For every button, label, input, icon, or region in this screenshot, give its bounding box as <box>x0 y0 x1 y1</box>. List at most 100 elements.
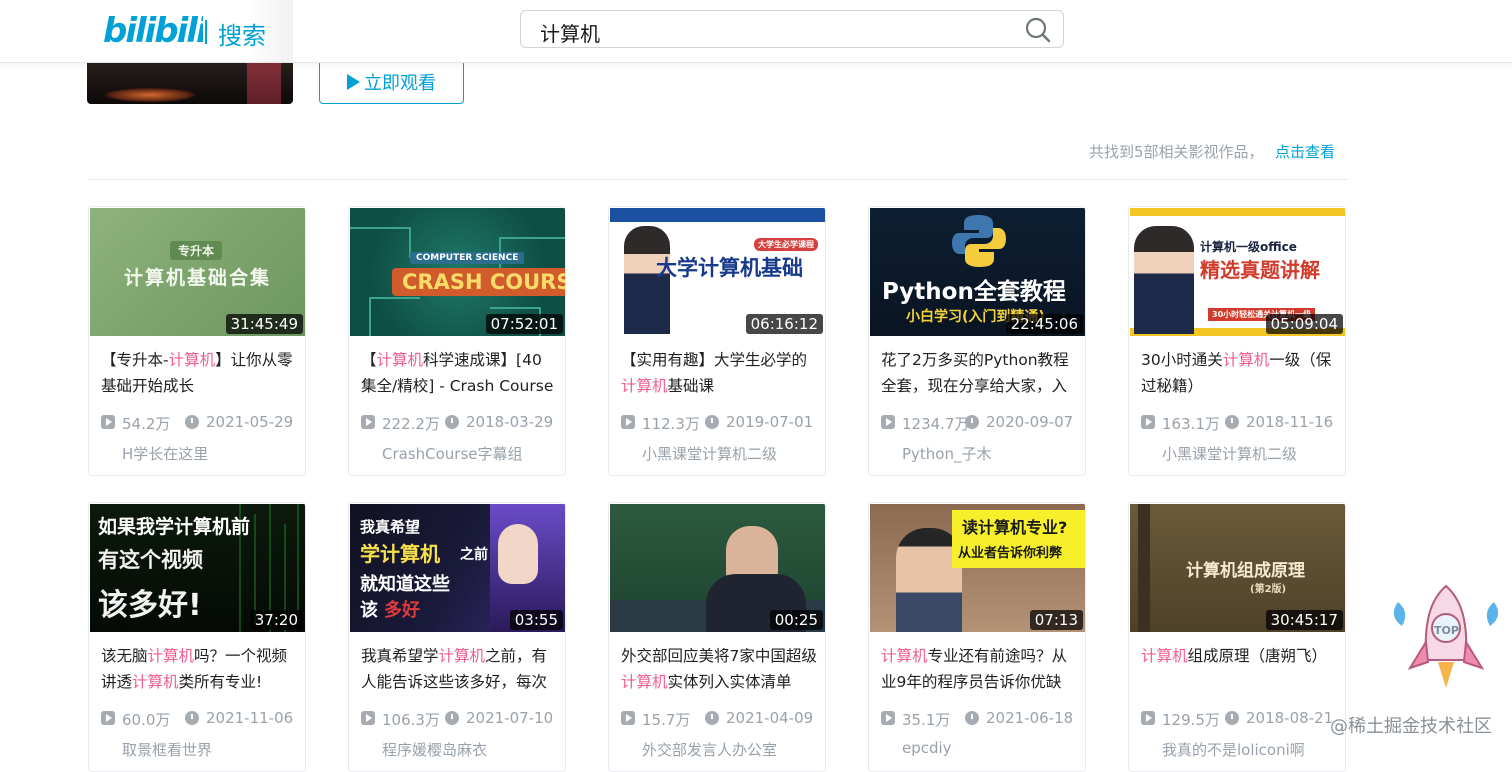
uploader-row[interactable]: H学长在这里 <box>101 443 301 463</box>
video-thumbnail[interactable]: 00:25 <box>610 504 825 632</box>
video-title[interactable]: 30小时通关计算机一级（保过秘籍） <box>1141 347 1337 399</box>
video-title[interactable]: 【专升本-计算机】让你从零基础开始成长 <box>101 347 297 399</box>
video-card[interactable]: COMPUTER SCIENCE CRASH COURSE 07:52:01 【… <box>348 206 566 476</box>
video-meta: 35.1万 2021-06-18 <box>881 709 1081 729</box>
uploader-row[interactable]: 程序媛樱岛麻衣 <box>361 739 561 759</box>
title-text: 该无脑 <box>101 647 148 665</box>
video-thumbnail[interactable]: COMPUTER SCIENCE CRASH COURSE 07:52:01 <box>350 208 565 336</box>
thumb-text: 如果我学计算机前 <box>98 516 251 538</box>
logo-divider <box>205 20 207 44</box>
upload-date: 2021-11-06 <box>206 709 294 727</box>
uploader-row[interactable]: 小黑课堂计算机二级 <box>621 443 821 463</box>
video-card[interactable]: 大学生必学课程 大学计算机基础 06:16:12 【实用有趣】大学生必学的计算机… <box>608 206 826 476</box>
uploader-name[interactable]: 取景框看世界 <box>122 739 212 760</box>
video-thumbnail[interactable]: 计算机一级office 精选真题讲解 30小时轻松通关计算机一级 05:09:0… <box>1130 208 1345 336</box>
uploader-row[interactable]: 外交部发言人办公室 <box>621 739 821 759</box>
uploader-name[interactable]: Python_子木 <box>902 443 992 464</box>
thumb-text: 该多好! <box>98 588 202 623</box>
video-card[interactable]: Python全套教程 小白学习(入门到精通) 22:45:06 花了2万多买的P… <box>868 206 1086 476</box>
bilibili-logo[interactable]: bilibili 搜索 <box>87 0 293 62</box>
watch-now-label: 立即观看 <box>364 73 436 94</box>
uploader-name[interactable]: epcdiy <box>902 739 952 757</box>
play-count: 35.1万 <box>902 711 951 729</box>
thumb-text: 精选真题讲解 <box>1200 258 1320 282</box>
uploader-name[interactable]: CrashCourse字幕组 <box>382 443 523 464</box>
clock-icon <box>445 415 459 429</box>
video-duration: 03:55 <box>509 610 563 630</box>
video-meta: 54.2万 2021-05-29 <box>101 413 301 433</box>
uploader-name[interactable]: 小黑课堂计算机二级 <box>642 443 777 464</box>
svg-text:bilibili: bilibili <box>103 11 203 50</box>
play-count-icon <box>1141 415 1155 429</box>
video-meta: 163.1万 2018-11-16 <box>1141 413 1341 433</box>
video-thumbnail[interactable]: 如果我学计算机前 有这个视频 该多好! 37:20 <box>90 504 305 632</box>
cover-glow <box>105 88 195 102</box>
title-text: 实体列入实体清单 <box>667 673 792 691</box>
logo-section-label: 搜索 <box>218 22 266 50</box>
clock-icon <box>1225 415 1239 429</box>
uploader-row[interactable]: 小黑课堂计算机二级 <box>1141 443 1341 463</box>
video-title[interactable]: 【实用有趣】大学生必学的计算机基础课 <box>621 347 817 399</box>
title-keyword-highlight: 计算机 <box>438 647 486 665</box>
video-title[interactable]: 计算机专业还有前途吗？从业9年的程序员告诉你优缺 <box>881 643 1077 695</box>
uploader-name[interactable]: 我真的不是loliconi啊 <box>1162 739 1305 760</box>
uploader-row[interactable]: CrashCourse字幕组 <box>361 443 561 463</box>
upload-date: 2021-05-29 <box>206 413 294 431</box>
search-input[interactable]: 计算机 <box>520 10 1064 48</box>
watch-now-button[interactable]: 立即观看 <box>319 60 464 104</box>
video-meta: 106.3万 2021-07-10 <box>361 709 561 729</box>
title-text: 外交部回应美将7家中国超级 <box>621 647 817 665</box>
title-text: 我真希望学 <box>361 647 439 665</box>
video-meta: 112.3万 2019-07-01 <box>621 413 821 433</box>
uploader-name[interactable]: 程序媛樱岛麻衣 <box>382 739 487 760</box>
top-header: bilibili 搜索 计算机 <box>0 0 1512 63</box>
uploader-row[interactable]: Python_子木 <box>881 443 1081 463</box>
play-count-icon <box>881 415 895 429</box>
video-title[interactable]: 计算机组成原理（唐朔飞） <box>1141 643 1337 695</box>
video-title[interactable]: 外交部回应美将7家中国超级计算机实体列入实体清单 <box>621 643 817 695</box>
video-title[interactable]: 【计算机科学速成课】[40集全/精校] - Crash Course <box>361 347 557 399</box>
uploader-row[interactable]: 取景框看世界 <box>101 739 301 759</box>
title-text: 花了2万多买的Python教程全套，现在分享给大家，入 <box>881 351 1069 395</box>
uploader-row[interactable]: 我真的不是loliconi啊 <box>1141 739 1341 759</box>
video-title[interactable]: 花了2万多买的Python教程全套，现在分享给大家，入 <box>881 347 1077 399</box>
play-count-icon <box>101 711 115 725</box>
play-count: 1234.7万 <box>902 415 970 433</box>
video-title[interactable]: 该无脑计算机吗？一个视频讲透计算机类所有专业! <box>101 643 297 695</box>
video-thumbnail[interactable]: 读计算机专业? 从业者告诉你利弊 07:13 <box>870 504 1085 632</box>
video-card[interactable]: 计算机组成原理 (第2版) 30:45:17 计算机组成原理（唐朔飞） 129.… <box>1128 502 1346 772</box>
title-text: 【实用有趣】大学生必学的 <box>621 351 808 369</box>
video-card[interactable]: 00:25 外交部回应美将7家中国超级计算机实体列入实体清单 15.7万 202… <box>608 502 826 772</box>
play-count-icon <box>881 711 895 725</box>
video-card[interactable]: 专升本 计算机基础合集 31:45:49 【专升本-计算机】让你从零基础开始成长… <box>88 206 306 476</box>
play-icon <box>347 74 360 90</box>
clock-icon <box>965 711 979 725</box>
video-card[interactable]: 如果我学计算机前 有这个视频 该多好! 37:20 该无脑计算机吗？一个视频讲透… <box>88 502 306 772</box>
upload-date: 2021-04-09 <box>726 709 814 727</box>
thumb-text: 多好 <box>384 600 420 621</box>
title-keyword-highlight: 计算机 <box>376 351 424 369</box>
video-thumbnail[interactable]: Python全套教程 小白学习(入门到精通) 22:45:06 <box>870 208 1085 336</box>
video-thumbnail[interactable]: 大学生必学课程 大学计算机基础 06:16:12 <box>610 208 825 336</box>
video-card[interactable]: 计算机一级office 精选真题讲解 30小时轻松通关计算机一级 05:09:0… <box>1128 206 1346 476</box>
section-divider <box>88 179 1348 180</box>
thumb-text: 大学生必学课程 <box>754 238 818 251</box>
upload-date: 2019-07-01 <box>726 413 814 431</box>
play-count-icon <box>101 415 115 429</box>
uploader-row[interactable]: epcdiy <box>881 739 1081 759</box>
title-keyword-highlight: 计算机 <box>168 351 216 369</box>
video-card[interactable]: 我真希望 学计算机 之前 就知道这些 该 多好 03:55 我真希望学计算机之前… <box>348 502 566 772</box>
search-icon[interactable] <box>1025 17 1051 43</box>
video-thumbnail[interactable]: 计算机组成原理 (第2版) 30:45:17 <box>1130 504 1345 632</box>
video-card[interactable]: 读计算机专业? 从业者告诉你利弊 07:13 计算机专业还有前途吗？从业9年的程… <box>868 502 1086 772</box>
video-thumbnail[interactable]: 专升本 计算机基础合集 31:45:49 <box>90 208 305 336</box>
video-title[interactable]: 我真希望学计算机之前，有人能告诉这些该多好，每次 <box>361 643 557 695</box>
uploader-name[interactable]: 小黑课堂计算机二级 <box>1162 443 1297 464</box>
view-results-link[interactable]: 点击查看 <box>1275 141 1335 162</box>
uploader-name[interactable]: 外交部发言人办公室 <box>642 739 777 760</box>
thumb-text: 就知道这些 <box>360 574 450 595</box>
back-to-top-rocket-icon[interactable]: TOP <box>1388 582 1504 692</box>
uploader-name[interactable]: H学长在这里 <box>122 443 208 464</box>
video-thumbnail[interactable]: 我真希望 学计算机 之前 就知道这些 该 多好 03:55 <box>350 504 565 632</box>
title-keyword-highlight: 计算机 <box>881 647 928 665</box>
